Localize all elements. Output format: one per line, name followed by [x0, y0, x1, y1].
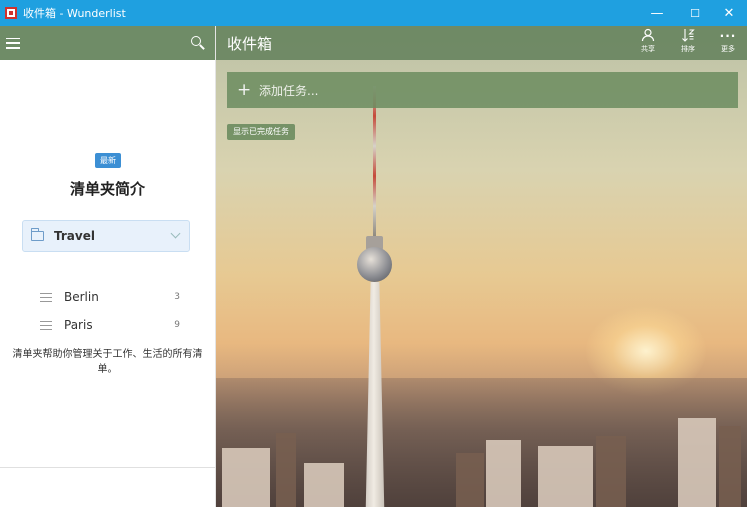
list-label: Berlin	[64, 290, 99, 304]
window-titlebar: 收件箱 - Wunderlist — ☐ ✕	[0, 0, 747, 26]
folder-icon	[30, 228, 44, 241]
sidebar	[0, 26, 216, 507]
folder-label: Travel	[54, 229, 95, 243]
add-task-input[interactable]: + 添加任务...	[227, 72, 738, 108]
sort-icon	[672, 28, 704, 45]
tv-tower-sphere	[357, 247, 392, 282]
folder-description: 清单夹帮助你管理关于工作、生活的所有清单。	[12, 349, 203, 375]
more-icon: ···	[719, 29, 737, 43]
list-count: 3	[174, 292, 180, 302]
list-icon	[40, 292, 52, 302]
more-button[interactable]: ··· 更多	[712, 28, 744, 58]
app-icon	[5, 7, 17, 19]
page-title: 收件箱	[227, 35, 273, 53]
list-item-paris[interactable]: Paris 9	[40, 315, 180, 335]
sidebar-divider	[0, 467, 215, 468]
hamburger-icon[interactable]	[6, 37, 20, 49]
list-count: 9	[174, 320, 180, 330]
list-label: Paris	[64, 318, 93, 332]
sort-button[interactable]: 排序	[672, 28, 704, 58]
minimize-button[interactable]: —	[639, 0, 675, 26]
sort-label: 排序	[681, 45, 695, 53]
window-title: 收件箱 - Wunderlist	[23, 7, 126, 20]
plus-icon: +	[237, 80, 252, 100]
chevron-down-icon[interactable]	[170, 228, 181, 239]
share-label: 共享	[641, 45, 655, 53]
list-icon	[40, 320, 52, 330]
background-city	[216, 378, 747, 507]
close-button[interactable]: ✕	[711, 0, 747, 26]
show-completed-button[interactable]: 显示已完成任务	[227, 124, 295, 140]
more-label: 更多	[721, 45, 735, 53]
share-icon	[632, 28, 664, 45]
main-panel: 收件箱 共享 排序 ··· 更多 + 添加任务... 显示已完成任务	[216, 26, 747, 507]
sidebar-header	[0, 26, 215, 60]
main-header: 收件箱 共享 排序 ··· 更多	[216, 26, 747, 60]
folder-intro-title: 清单夹简介	[69, 180, 145, 198]
share-button[interactable]: 共享	[632, 28, 664, 58]
folder-travel[interactable]: Travel	[22, 220, 190, 252]
maximize-button[interactable]: ☐	[677, 0, 713, 26]
tv-tower-mast	[373, 86, 376, 236]
list-item-berlin[interactable]: Berlin 3	[40, 287, 180, 307]
search-icon[interactable]	[191, 36, 205, 50]
add-task-placeholder: 添加任务...	[259, 83, 319, 98]
new-badge: 最新	[95, 153, 121, 168]
